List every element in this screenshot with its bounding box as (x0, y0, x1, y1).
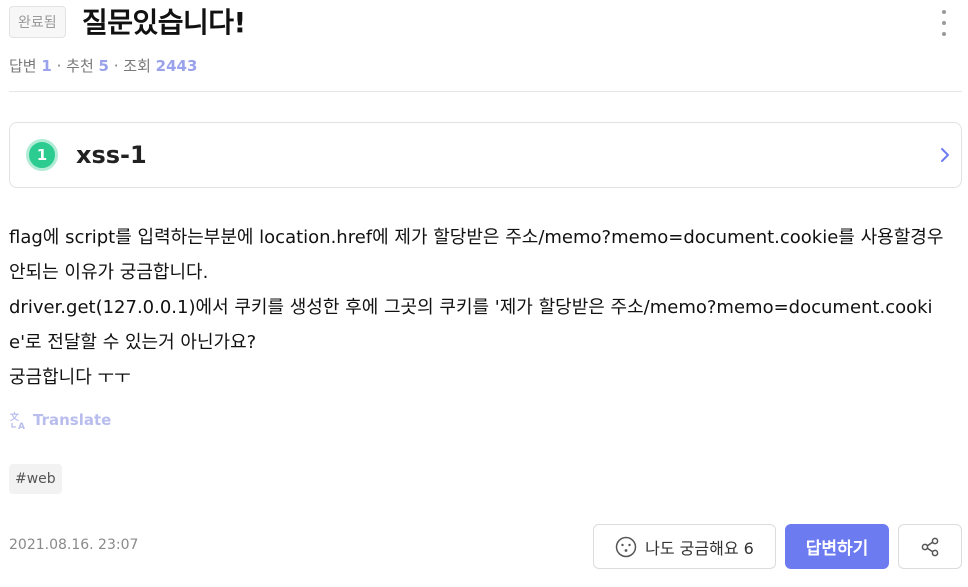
curious-label: 나도 궁금해요 (645, 538, 739, 558)
translate-button[interactable]: 文 A Translate (9, 410, 111, 430)
status-badge: 완료됨 (9, 6, 66, 38)
tag-web[interactable]: #web (9, 464, 62, 494)
recommend-count: 5 (98, 57, 109, 75)
curious-count: 6 (743, 538, 754, 558)
answer-button[interactable]: 답변하기 (785, 524, 889, 569)
post-date: 2021.08.16. 23:07 (9, 537, 139, 553)
recommend-label: 추천 (66, 57, 94, 75)
stats-separator: · (51, 57, 67, 75)
challenge-card[interactable]: 1 xss-1 (9, 122, 962, 188)
more-vertical-icon[interactable] (936, 10, 952, 36)
question-body: flag에 script를 입력하는부분에 location.href에 제가 … (9, 227, 944, 388)
svg-text:A: A (18, 422, 25, 430)
translate-icon: 文 A (9, 411, 25, 430)
level-badge: 1 (26, 139, 58, 171)
header-divider (9, 91, 962, 92)
share-button[interactable] (898, 524, 962, 569)
translate-label: Translate (33, 411, 112, 429)
stats-separator: · (108, 57, 124, 75)
page-title: 질문있습니다! (82, 6, 246, 39)
answer-label: 답변하기 (805, 539, 869, 559)
challenge-name: xss-1 (76, 141, 147, 169)
face-icon (615, 536, 637, 557)
views-count: 2443 (155, 57, 198, 75)
curious-button[interactable]: 나도 궁금해요 6 (593, 524, 776, 569)
post-stats: 답변 1 · 추천 5 · 조회 2443 (9, 56, 197, 76)
answers-label: 답변 (9, 57, 37, 75)
share-icon (921, 537, 939, 556)
views-label: 조회 (123, 57, 151, 75)
answers-count: 1 (41, 57, 52, 75)
chevron-right-icon (941, 148, 949, 162)
